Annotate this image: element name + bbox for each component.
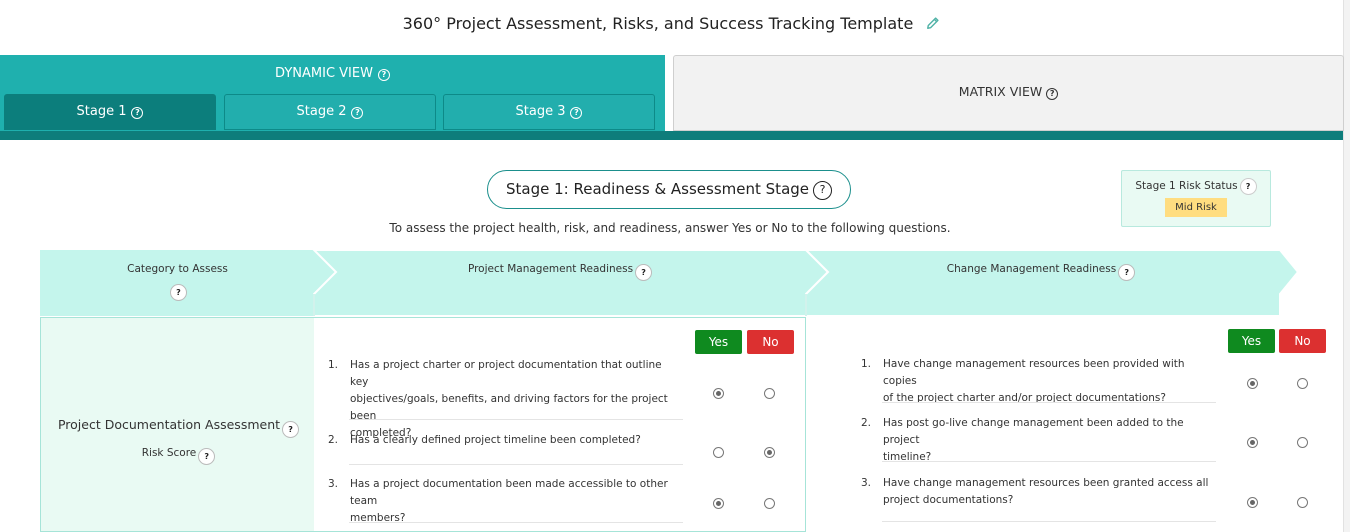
help-icon[interactable]: ?: [131, 107, 144, 119]
pencil-icon[interactable]: [926, 16, 940, 30]
divider: [349, 522, 683, 523]
help-icon[interactable]: ?: [170, 284, 187, 301]
cm-q2-no-radio[interactable]: [1297, 437, 1308, 448]
help-icon[interactable]: ?: [351, 107, 364, 119]
help-icon[interactable]: ?: [282, 421, 300, 438]
divider: [882, 461, 1216, 462]
header-category: Category to Assess ?: [40, 263, 315, 301]
tab-underline: [0, 131, 1343, 140]
risk-status-label: Stage 1 Risk Status?: [1122, 178, 1270, 195]
pm-q1-no-radio[interactable]: [764, 388, 775, 399]
stage-title: Stage 1: Readiness & Assessment Stage?: [487, 170, 851, 209]
help-icon[interactable]: ?: [1046, 88, 1059, 100]
no-column-button[interactable]: No: [1279, 329, 1326, 353]
cm-q1-yes-radio[interactable]: [1247, 378, 1258, 389]
help-icon[interactable]: ?: [377, 69, 390, 81]
divider: [882, 521, 1216, 522]
yes-column-button[interactable]: Yes: [695, 330, 742, 354]
risk-status-badge: Mid Risk: [1165, 198, 1227, 217]
pm-q2-yes-radio[interactable]: [713, 447, 724, 458]
divider: [349, 419, 683, 420]
dynamic-view-label[interactable]: DYNAMIC VIEW?: [0, 66, 665, 81]
pm-q1-yes-radio[interactable]: [713, 388, 724, 399]
pm-q3-yes-radio[interactable]: [713, 498, 724, 509]
scrollbar[interactable]: [1343, 0, 1350, 532]
category-cell: Project Documentation Assessment? Risk S…: [40, 317, 315, 532]
help-icon[interactable]: ?: [1239, 178, 1257, 195]
cm-q3-no-radio[interactable]: [1297, 497, 1308, 508]
tab-stage-1[interactable]: Stage 1?: [4, 94, 216, 130]
tab-stage-2[interactable]: Stage 2?: [224, 94, 436, 130]
help-icon[interactable]: ?: [813, 181, 833, 200]
divider: [882, 402, 1216, 403]
help-icon[interactable]: ?: [635, 264, 653, 281]
pm-q3-no-radio[interactable]: [764, 498, 775, 509]
cm-q3-yes-radio[interactable]: [1247, 497, 1258, 508]
help-icon[interactable]: ?: [570, 107, 583, 119]
cm-q2-yes-radio[interactable]: [1247, 437, 1258, 448]
no-column-button[interactable]: No: [747, 330, 794, 354]
dynamic-view-panel: DYNAMIC VIEW? Stage 1? Stage 2? Stage 3?: [0, 55, 665, 131]
header-pm-readiness: Project Management Readiness?: [314, 263, 806, 281]
cm-q1-no-radio[interactable]: [1297, 378, 1308, 389]
category-title: Project Documentation Assessment?: [41, 417, 316, 438]
header-cm-readiness: Change Management Readiness?: [806, 263, 1276, 281]
tab-matrix-view[interactable]: MATRIX VIEW?: [673, 55, 1344, 131]
risk-status-box: Stage 1 Risk Status? Mid Risk: [1121, 170, 1271, 227]
tab-stage-3[interactable]: Stage 3?: [443, 94, 655, 130]
help-icon[interactable]: ?: [198, 448, 216, 465]
cm-questions-cell: Yes No 1. Have change management resourc…: [806, 317, 1343, 532]
help-icon[interactable]: ?: [1118, 264, 1136, 281]
divider: [349, 464, 683, 465]
pm-questions-cell: Yes No 1. Has a project charter or proje…: [314, 317, 806, 532]
page-title-bar: 360° Project Assessment, Risks, and Succ…: [0, 0, 1343, 48]
pm-q2-no-radio[interactable]: [764, 447, 775, 458]
page-title: 360° Project Assessment, Risks, and Succ…: [402, 14, 914, 33]
risk-score-label: Risk Score?: [41, 447, 316, 465]
table-header-row: Category to Assess ? Project Management …: [40, 250, 1298, 316]
assessment-row: Project Documentation Assessment? Risk S…: [40, 317, 1343, 532]
yes-column-button[interactable]: Yes: [1228, 329, 1275, 353]
